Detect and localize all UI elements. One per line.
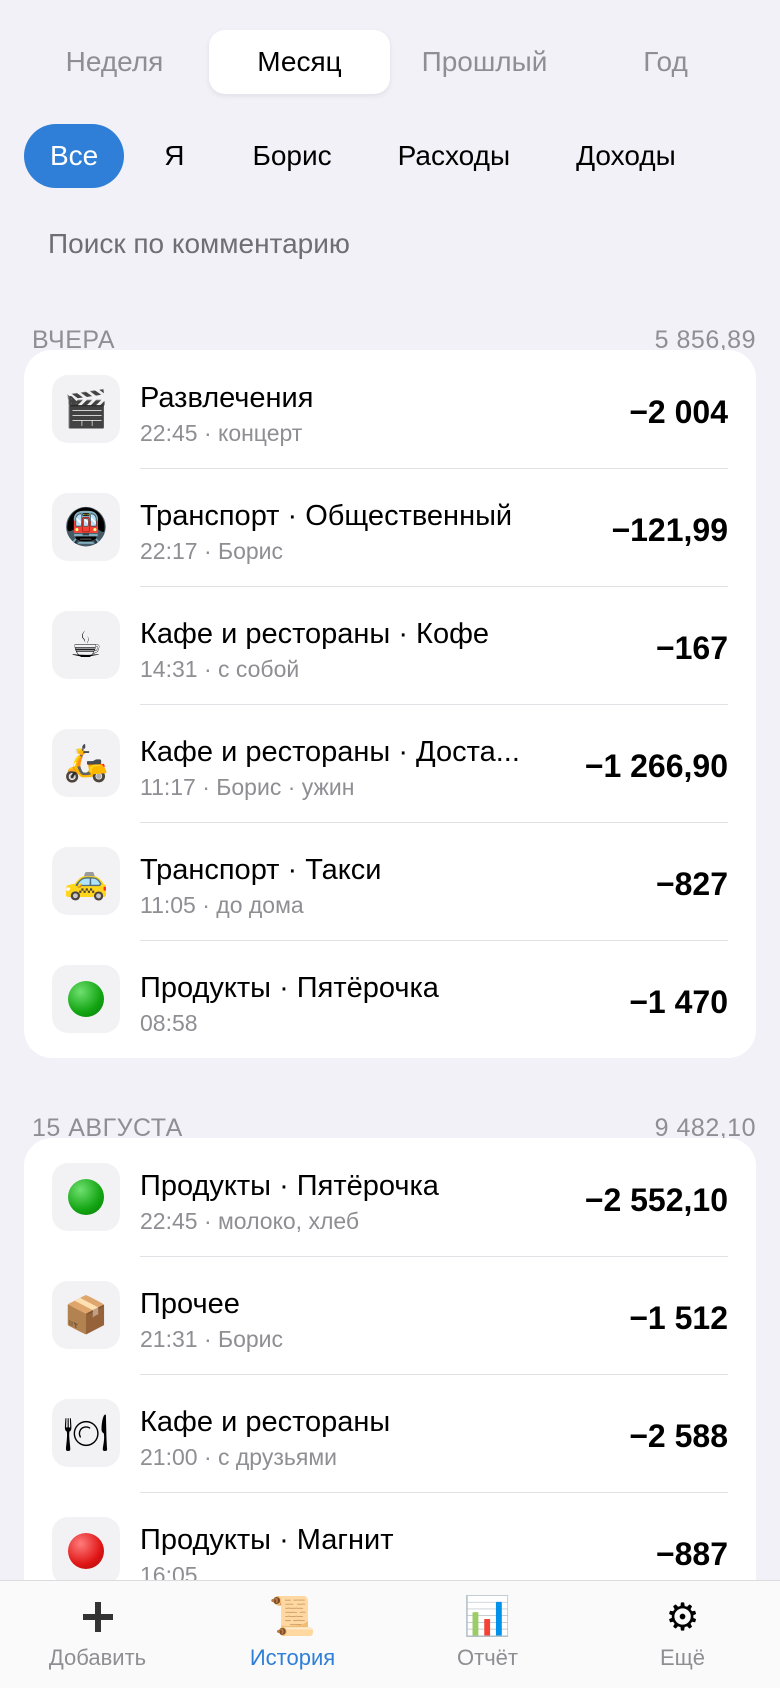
transaction-title: Продукты · Пятёрочка (140, 1170, 439, 1202)
transaction-amount: −167 (655, 630, 728, 667)
plate-cutlery-icon: 🍽 (52, 1399, 120, 1467)
clapperboard-icon: 🎬 (52, 375, 120, 443)
tab-label: История (249, 1645, 336, 1670)
transaction-amount: −827 (655, 866, 728, 903)
transaction-subtitle: 21:31 · Борис (140, 1326, 284, 1352)
period-tab-month[interactable]: Месяц (209, 30, 390, 94)
filter-income[interactable]: Доходы (540, 124, 706, 188)
transactions-card: Продукты · Пятёрочка 22:45 · молоко, хле… (24, 1138, 756, 1580)
filter-expenses[interactable]: Расходы (362, 124, 540, 188)
transaction-subtitle: 11:05 · до дома (140, 892, 304, 918)
period-segmented-control: Неделя Месяц Прошлый Год (24, 30, 756, 94)
transaction-row[interactable]: 🍽 Кафе и рестораны 21:00 · с друзьями −2… (24, 1374, 756, 1492)
transaction-subtitle: 21:00 · с друзьями (140, 1444, 337, 1470)
red-circle-icon (52, 1517, 120, 1580)
transaction-row[interactable]: Продукты · Пятёрочка 08:58 −1 470 (24, 940, 756, 1058)
green-circle-icon (52, 965, 120, 1033)
transaction-title: Прочее (140, 1288, 240, 1320)
transaction-title: Кафе и рестораны (140, 1406, 391, 1438)
transaction-subtitle: 22:45 · концерт (140, 420, 303, 446)
transaction-subtitle: 16:05 (140, 1562, 198, 1580)
tab-history[interactable]: 📜 История (195, 1581, 390, 1688)
gear-icon: ⚙ (665, 1596, 700, 1639)
transaction-title: Продукты · Пятёрочка (140, 972, 439, 1004)
coffee-cup-icon: ☕ (52, 611, 120, 679)
transaction-amount: −2 588 (629, 1418, 728, 1455)
transaction-subtitle: 11:17 · Борис · ужин (140, 774, 355, 800)
transaction-subtitle: 22:45 · молоко, хлеб (140, 1208, 360, 1234)
transaction-amount: −1 512 (629, 1300, 728, 1337)
period-tab-year[interactable]: Год (575, 30, 756, 94)
filter-me[interactable]: Я (124, 124, 214, 188)
period-tab-week[interactable]: Неделя (24, 30, 205, 94)
tab-label: Добавить (48, 1645, 147, 1670)
transaction-row[interactable]: 📦 Прочее 21:31 · Борис −1 512 (24, 1256, 756, 1374)
plus-icon (81, 1593, 115, 1641)
search-input[interactable]: Поиск по комментарию (48, 228, 350, 260)
bottom-tab-bar: Добавить 📜 История 📊 Отчёт ⚙ Ещё (0, 1580, 780, 1688)
tab-report[interactable]: 📊 Отчёт (390, 1581, 585, 1688)
transaction-title: Кафе и рестораны · Доста... (140, 736, 520, 768)
filter-boris[interactable]: Борис (214, 124, 361, 188)
transaction-title: Транспорт · Такси (140, 854, 382, 886)
tab-label: Отчёт (457, 1645, 518, 1670)
history-scroll-area[interactable]: Неделя Месяц Прошлый Год Все Я Борис Рас… (0, 0, 780, 1580)
transaction-row[interactable]: 🚇 Транспорт · Общественный 22:17 · Борис… (24, 468, 756, 586)
scroll-icon: 📜 (268, 1596, 317, 1638)
transaction-subtitle: 08:58 (140, 1010, 198, 1036)
transaction-amount: −121,99 (611, 512, 728, 549)
bar-chart-icon: 📊 (463, 1596, 512, 1638)
transaction-title: Развлечения (140, 382, 314, 414)
transaction-subtitle: 22:17 · Борис (140, 538, 284, 564)
transaction-amount: −1 470 (629, 984, 728, 1021)
transaction-title: Кафе и рестораны · Кофе (140, 618, 490, 650)
transaction-row[interactable]: 🎬 Развлечения 22:45 · концерт −2 004 (24, 350, 756, 468)
transaction-amount: −2 552,10 (584, 1182, 728, 1219)
green-circle-icon (52, 1163, 120, 1231)
taxi-icon: 🚕 (52, 847, 120, 915)
transactions-card: 🎬 Развлечения 22:45 · концерт −2 004 🚇 Т… (24, 350, 756, 1058)
transaction-amount: −887 (655, 1536, 728, 1573)
transaction-row[interactable]: 🛵 Кафе и рестораны · Доста... 11:17 · Бо… (24, 704, 756, 822)
transaction-row[interactable]: Продукты · Пятёрочка 22:45 · молоко, хле… (24, 1138, 756, 1256)
transaction-row[interactable]: ☕ Кафе и рестораны · Кофе 14:31 · с собо… (24, 586, 756, 704)
transaction-amount: −1 266,90 (584, 748, 728, 785)
transaction-title: Продукты · Магнит (140, 1524, 394, 1556)
transaction-amount: −2 004 (629, 394, 728, 431)
transaction-row[interactable]: 🚕 Транспорт · Такси 11:05 · до дома −827 (24, 822, 756, 940)
package-icon: 📦 (52, 1281, 120, 1349)
tab-label: Ещё (659, 1645, 705, 1670)
filter-chips: Все Я Борис Расходы Доходы (24, 124, 756, 188)
transaction-title: Транспорт · Общественный (140, 500, 513, 532)
period-tab-previous[interactable]: Прошлый (394, 30, 575, 94)
metro-train-icon: 🚇 (52, 493, 120, 561)
transaction-subtitle: 14:31 · с собой (140, 656, 300, 682)
transaction-row[interactable]: Продукты · Магнит 16:05 −887 (24, 1492, 756, 1580)
tab-more[interactable]: ⚙ Ещё (585, 1581, 780, 1688)
scooter-icon: 🛵 (52, 729, 120, 797)
tab-add[interactable]: Добавить (0, 1581, 195, 1688)
filter-all[interactable]: Все (24, 124, 125, 188)
